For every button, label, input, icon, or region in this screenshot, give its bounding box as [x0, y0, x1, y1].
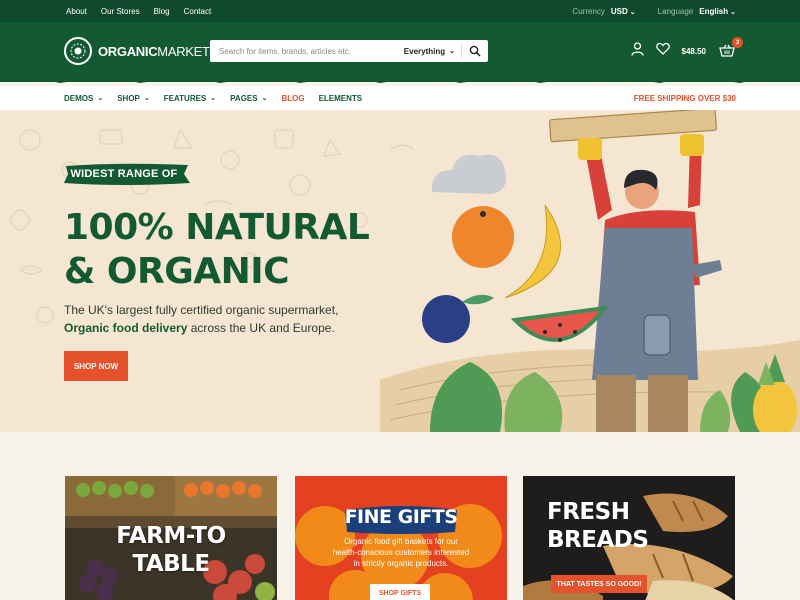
- language-label: Language: [657, 6, 694, 16]
- hero-tag: WIDEST RANGE OF: [70, 168, 178, 180]
- top-link-blog[interactable]: Blog: [154, 7, 170, 16]
- cloud-shape: [431, 154, 506, 194]
- chevron-down-icon: ⌄: [143, 95, 150, 102]
- chevron-down-icon: ⌄: [97, 95, 104, 102]
- account-button[interactable]: [630, 41, 644, 61]
- search-icon: [469, 45, 481, 57]
- currency-value: USD: [610, 6, 628, 16]
- heart-icon: [655, 42, 670, 55]
- nav-item-demos[interactable]: Demos ⌄: [64, 94, 103, 103]
- logo-text: ORGANICMARKET: [98, 44, 210, 59]
- top-link-contact[interactable]: Contact: [184, 7, 212, 16]
- nav-item-features[interactable]: Features ⌄: [164, 94, 216, 103]
- nav-item-label: Elements: [318, 93, 363, 103]
- currency-label: Currency: [572, 6, 605, 16]
- fine-gifts-card[interactable]: FINE GIFTS Organic food gift baskets for…: [295, 476, 507, 600]
- card-sub-line2: health-conscious customers interested: [332, 548, 470, 557]
- top-link-our-stores[interactable]: Our Stores: [101, 7, 140, 16]
- header-actions: $48.50 3: [630, 37, 743, 62]
- header-torn-edge: [0, 76, 800, 83]
- top-bar: About Our Stores Blog Contact Currency U…: [0, 0, 800, 22]
- banana-fruit: [504, 204, 561, 299]
- wishlist-button[interactable]: [655, 42, 670, 60]
- currency-select[interactable]: USD ⌄: [611, 7, 636, 16]
- card-title-line1: FRESH: [547, 499, 630, 525]
- farm-to-table-card[interactable]: FARM-TO TABLE: [65, 476, 277, 600]
- nav-item-label: Demos: [64, 93, 94, 103]
- card-title: FINE GIFTS: [344, 506, 458, 528]
- hero-desc-bold: Organic food delivery: [64, 321, 188, 335]
- chevron-down-icon: ⌄: [210, 95, 217, 102]
- nav-item-label: Pages: [230, 93, 258, 103]
- nav-item-label: Blog: [281, 93, 305, 103]
- search-bar: Everything⌄: [210, 40, 488, 62]
- cart-button[interactable]: 3: [718, 37, 743, 60]
- card-title-line1: FARM-TO: [116, 523, 226, 549]
- logo-icon: [64, 37, 92, 65]
- user-icon: [630, 41, 644, 56]
- main-nav: Demos ⌄ Shop ⌄ Features ⌄ Pages ⌄ Blog Eleme…: [0, 86, 800, 110]
- chevron-down-icon: ⌄: [730, 8, 736, 16]
- category-cards: FARM-TO TABLE FINE GIFTS Organic food gif…: [0, 432, 800, 600]
- card-title: FARM-TO TABLE: [65, 522, 277, 578]
- nav-item-blog[interactable]: Blog: [281, 94, 304, 103]
- card-title-line2: BREADS: [547, 527, 649, 553]
- nav-menu: Demos ⌄ Shop ⌄ Features ⌄ Pages ⌄ Blog Eleme…: [64, 86, 362, 110]
- hero-banner: WIDEST RANGE OF 100% NATURAL & ORGANIC Th…: [0, 110, 800, 432]
- card-tagline: THAT TASTES SO GOOD!: [551, 575, 647, 593]
- card-title: FRESH BREADS: [547, 498, 649, 554]
- top-selectors: Currency USD ⌄ Language English ⌄: [572, 0, 736, 22]
- nav-item-shop[interactable]: Shop ⌄: [117, 94, 150, 103]
- search-scope-select[interactable]: Everything ⌄: [404, 47, 461, 56]
- logo-text-bold: ORGANIC: [98, 43, 158, 59]
- search-input[interactable]: [210, 41, 404, 61]
- card-sub-line1: Organic food gift baskets for our: [344, 537, 458, 546]
- card-subtitle: Organic food gift baskets for our health-…: [311, 536, 491, 569]
- nav-item-pages[interactable]: Pages ⌄: [230, 94, 267, 103]
- hero-title-line1: 100% NATURAL: [64, 207, 370, 248]
- top-link-about[interactable]: About: [66, 7, 87, 16]
- hero-desc-line1: The UK's largest fully certified organic…: [64, 303, 339, 317]
- logo-text-thin: MARKET: [157, 43, 210, 59]
- card-sub-line3: in strictly organic products.: [353, 559, 449, 568]
- top-links: About Our Stores Blog Contact: [66, 0, 211, 22]
- chevron-down-icon: ⌄: [261, 95, 268, 102]
- hero-desc-rest: across the UK and Europe.: [187, 321, 335, 335]
- shop-gifts-button[interactable]: SHOP GIFTS: [370, 584, 430, 600]
- search-scope-value: Everything: [403, 46, 446, 56]
- cart-count-badge: 3: [732, 37, 743, 48]
- free-shipping-promo[interactable]: FREE SHIPPING OVER $30: [634, 86, 736, 110]
- nav-item-label: Shop: [117, 93, 140, 103]
- search-button[interactable]: [462, 40, 488, 62]
- shop-now-button[interactable]: SHOP NOW: [64, 351, 128, 381]
- fresh-breads-card[interactable]: FRESH BREADS THAT TASTES SO GOOD!: [523, 476, 735, 600]
- cart-total[interactable]: $48.50: [682, 47, 706, 56]
- chevron-down-icon: ⌄: [449, 48, 455, 55]
- nav-item-elements[interactable]: Elements: [319, 94, 363, 103]
- hero-description: The UK's largest fully certified organic…: [64, 301, 384, 337]
- card-title-line2: TABLE: [132, 551, 210, 577]
- nav-item-label: Features: [163, 93, 207, 103]
- chevron-down-icon: ⌄: [629, 8, 636, 16]
- hero-title: 100% NATURAL & ORGANIC: [64, 206, 384, 294]
- hero-title-line2: & ORGANIC: [64, 251, 290, 292]
- language-select[interactable]: English ⌄: [699, 7, 736, 16]
- site-logo[interactable]: ORGANICMARKET: [64, 37, 210, 65]
- language-value: English: [699, 6, 729, 16]
